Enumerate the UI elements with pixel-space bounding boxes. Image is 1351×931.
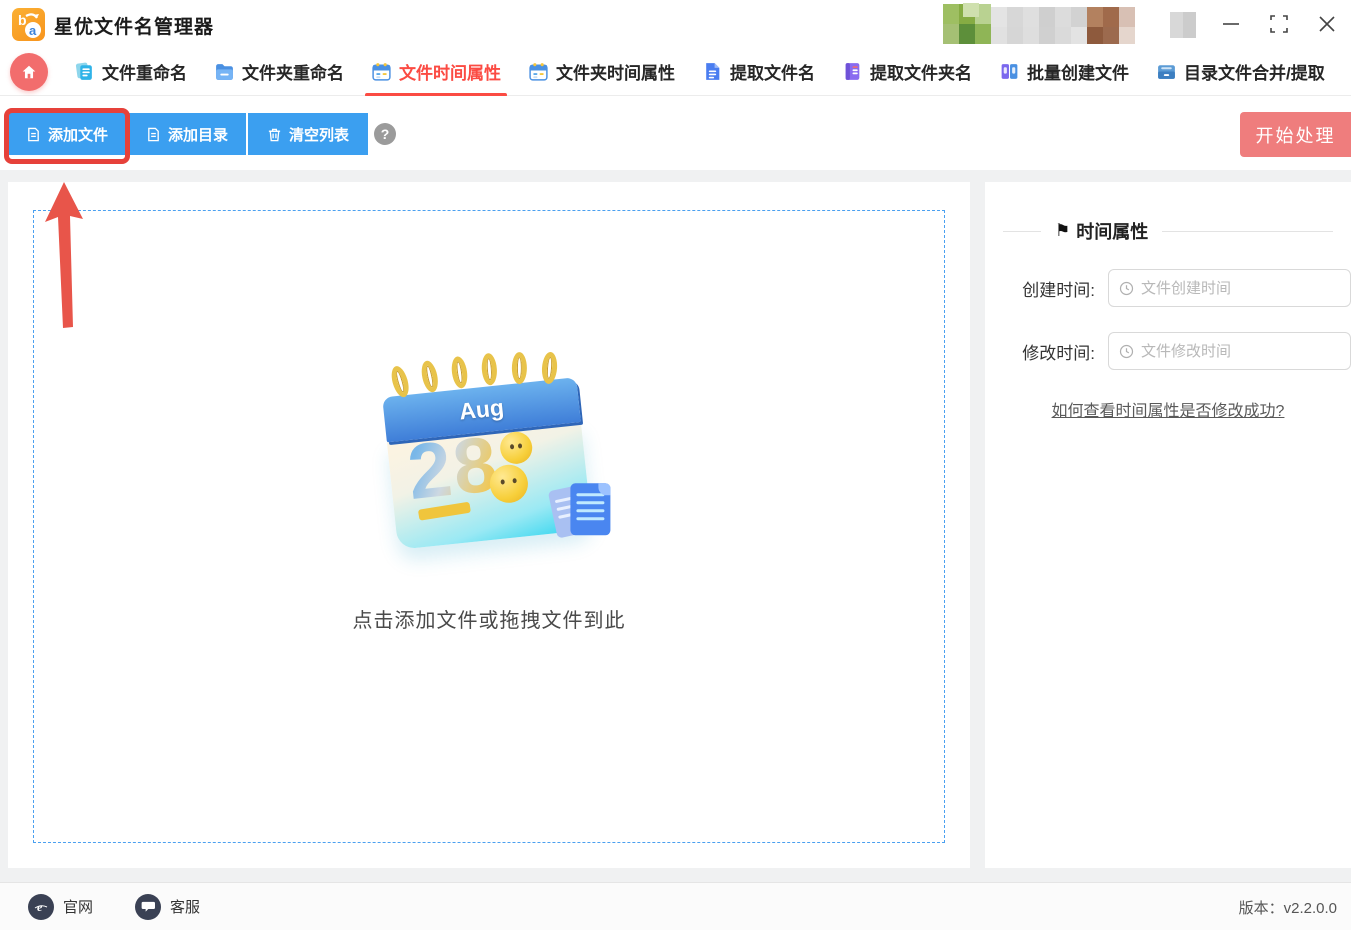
- svg-text:b: b: [18, 12, 27, 28]
- file-list-panel: Aug 28 点击添加文件或拖拽文件到此: [8, 182, 970, 868]
- file-icon: [146, 127, 161, 142]
- tab-label: 目录文件合并/提取: [1184, 59, 1325, 84]
- tab-bar: 文件重命名 文件夹重命名: [0, 48, 1351, 96]
- tab-folder-time-attributes[interactable]: 文件夹时间属性: [528, 48, 675, 96]
- panel-header: ⚑ 时间属性: [1003, 218, 1333, 244]
- tab-label: 文件夹时间属性: [556, 59, 675, 84]
- file-dropzone[interactable]: Aug 28 点击添加文件或拖拽文件到此: [33, 210, 945, 843]
- modified-time-row: 修改时间:: [1003, 332, 1333, 370]
- extract-filename-icon: [702, 61, 723, 82]
- tab-file-time-attributes[interactable]: 文件时间属性: [371, 48, 501, 96]
- tab-merge-extract-directory[interactable]: 目录文件合并/提取: [1156, 48, 1325, 96]
- redacted-avatar: [1170, 12, 1196, 38]
- content-area: Aug 28 点击添加文件或拖拽文件到此: [0, 170, 1351, 882]
- toolbar: 添加文件 添加目录 清空列表 ? 开始处理: [0, 96, 1351, 170]
- add-directory-button[interactable]: 添加目录: [128, 113, 246, 155]
- merge-extract-icon: [1156, 61, 1177, 82]
- creation-time-input-wrap: [1108, 269, 1351, 307]
- start-processing-label: 开始处理: [1256, 122, 1336, 148]
- help-icon[interactable]: ?: [374, 123, 396, 145]
- tab-label: 提取文件夹名: [870, 59, 972, 84]
- folder-rename-icon: [214, 61, 235, 82]
- modified-time-label: 修改时间:: [1003, 339, 1095, 364]
- tab-extract-filename[interactable]: 提取文件名: [702, 48, 815, 96]
- close-button[interactable]: [1303, 0, 1351, 48]
- maximize-button[interactable]: [1255, 0, 1303, 48]
- add-directory-label: 添加目录: [168, 124, 228, 145]
- svg-text:a: a: [29, 23, 37, 38]
- dropzone-hint: 点击添加文件或拖拽文件到此: [353, 604, 626, 633]
- app-window: b a 星优文件名管理器: [0, 0, 1351, 930]
- website-label: 官网: [63, 896, 93, 917]
- modified-time-input-wrap: [1108, 332, 1351, 370]
- window-controls: [1207, 0, 1351, 48]
- tab-file-rename[interactable]: 文件重命名: [74, 48, 187, 96]
- chat-bubble-icon: [135, 894, 161, 920]
- app-title: 星优文件名管理器: [54, 12, 214, 39]
- tab-batch-create-files[interactable]: 批量创建文件: [999, 48, 1129, 96]
- add-files-label: 添加文件: [48, 124, 108, 145]
- support-label: 客服: [170, 896, 200, 917]
- time-attributes-panel: ⚑ 时间属性 创建时间: 修改时间:: [985, 182, 1351, 868]
- tab-label: 文件夹重命名: [242, 59, 344, 84]
- app-logo-icon: b a: [12, 8, 45, 41]
- flag-icon: ⚑: [1055, 221, 1070, 241]
- tab-label: 批量创建文件: [1027, 59, 1129, 84]
- extract-foldername-icon: [842, 61, 863, 82]
- tab-extract-foldername[interactable]: 提取文件夹名: [842, 48, 972, 96]
- clock-icon: [1119, 344, 1134, 359]
- creation-time-input[interactable]: [1141, 280, 1340, 297]
- footer-bar: e 官网 客服 版本：v2.2.0.0: [0, 882, 1351, 930]
- batch-create-icon: [999, 61, 1020, 82]
- tab-list: 文件重命名 文件夹重命名: [74, 48, 1325, 96]
- help-glyph: ?: [381, 126, 390, 142]
- browser-icon: e: [28, 894, 54, 920]
- clock-icon: [1119, 281, 1134, 296]
- creation-time-row: 创建时间:: [1003, 269, 1333, 307]
- clear-list-button[interactable]: 清空列表: [248, 113, 368, 155]
- add-files-button[interactable]: 添加文件: [8, 113, 126, 155]
- version-label: 版本：v2.2.0.0: [1239, 883, 1337, 931]
- tab-label: 文件重命名: [102, 59, 187, 84]
- tab-label: 文件时间属性: [399, 59, 501, 84]
- file-icon: [26, 127, 41, 142]
- title-bar: b a 星优文件名管理器: [0, 0, 1351, 48]
- redacted-user-info: [943, 3, 1159, 44]
- home-button[interactable]: [10, 53, 48, 91]
- calendar-day: 28: [404, 424, 502, 511]
- file-rename-icon: [74, 61, 95, 82]
- creation-time-label: 创建时间:: [1003, 276, 1095, 301]
- clear-list-label: 清空列表: [289, 124, 349, 145]
- tab-folder-rename[interactable]: 文件夹重命名: [214, 48, 344, 96]
- tab-label: 提取文件名: [730, 59, 815, 84]
- start-processing-button[interactable]: 开始处理: [1240, 112, 1351, 157]
- customer-support-link[interactable]: 客服: [135, 894, 200, 920]
- panel-title: 时间属性: [1076, 218, 1148, 244]
- modified-time-input[interactable]: [1141, 343, 1340, 360]
- folder-time-icon: [528, 61, 549, 82]
- how-to-verify-link[interactable]: 如何查看时间属性是否修改成功?: [1003, 397, 1333, 421]
- documents-icon: [552, 481, 612, 545]
- home-icon: [20, 63, 38, 81]
- file-action-buttons: 添加文件 添加目录 清空列表: [8, 113, 368, 155]
- trash-icon: [267, 127, 282, 142]
- calendar-illustration: Aug 28: [374, 351, 604, 561]
- official-website-link[interactable]: e 官网: [28, 894, 93, 920]
- minimize-button[interactable]: [1207, 0, 1255, 48]
- file-time-icon: [371, 61, 392, 82]
